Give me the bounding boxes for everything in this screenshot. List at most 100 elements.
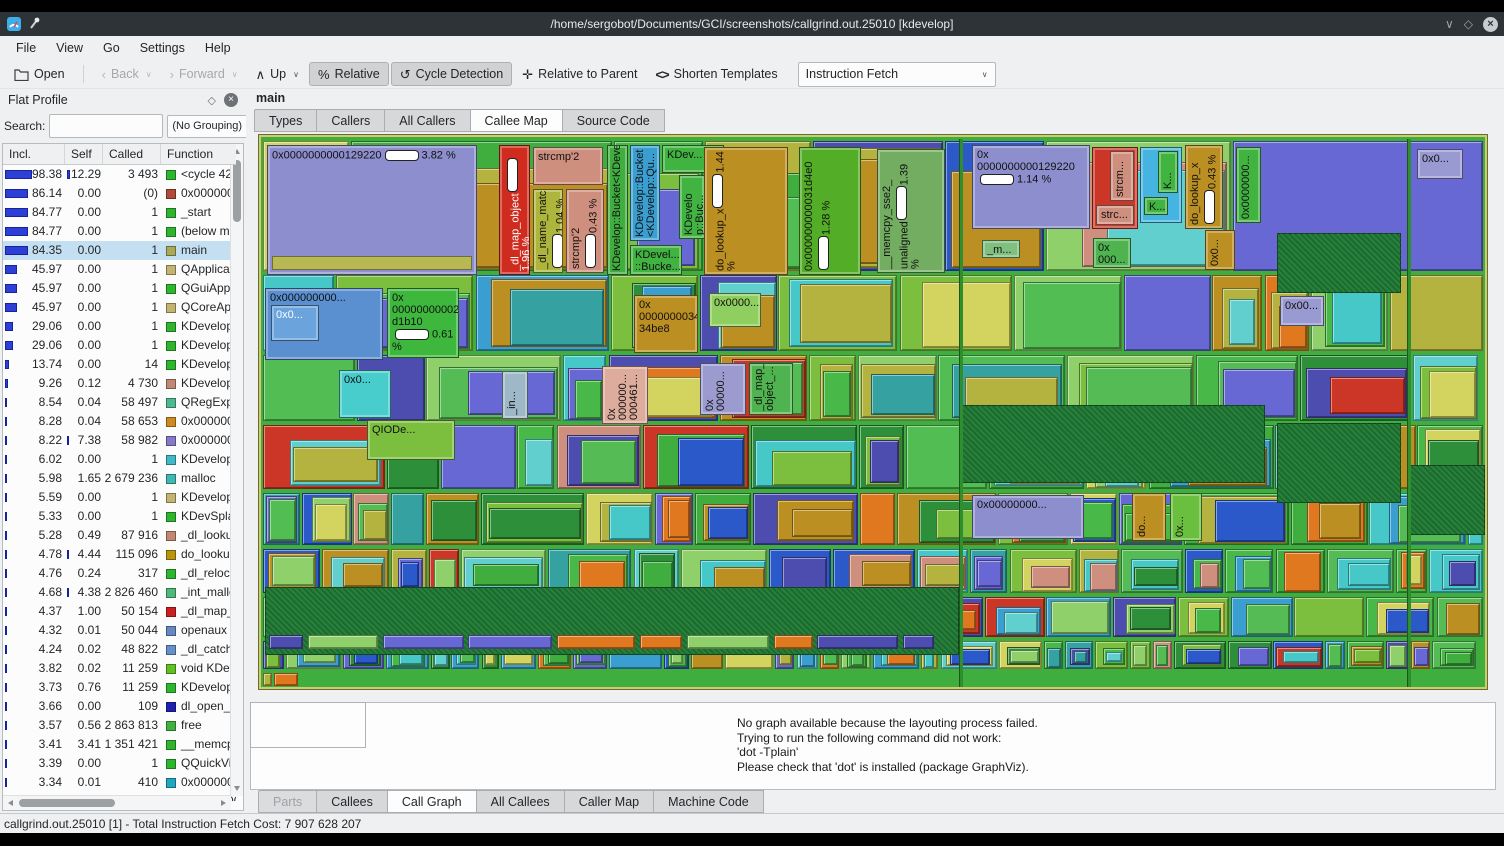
treemap-block[interactable]: 0x 00000000340 34be8 xyxy=(634,295,698,353)
tab-source-code[interactable]: Source Code xyxy=(563,109,665,132)
vertical-scroll-thumb[interactable] xyxy=(233,160,241,222)
treemap-cell[interactable] xyxy=(269,499,296,541)
treemap-cell[interactable] xyxy=(567,435,639,486)
treemap-cell[interactable] xyxy=(486,502,583,543)
titlebar[interactable]: /home/sergobot/Documents/GCI/screenshots… xyxy=(0,12,1504,36)
table-row[interactable]: 4.320.0150 044openaux xyxy=(3,621,236,640)
treemap-block[interactable]: do_lookup_x0.43 % xyxy=(1185,145,1223,229)
treemap-cell[interactable] xyxy=(999,641,1042,669)
treemap-cell[interactable] xyxy=(809,355,856,421)
menu-settings[interactable]: Settings xyxy=(130,36,195,60)
treemap-block[interactable]: _dl_map_object1.96 % xyxy=(499,145,530,275)
treemap-cell[interactable] xyxy=(1337,558,1391,590)
treemap-cell[interactable] xyxy=(1243,559,1271,589)
treemap-cell[interactable] xyxy=(1377,602,1430,635)
treemap-cell[interactable] xyxy=(1401,552,1425,589)
treemap-cell[interactable] xyxy=(687,635,769,649)
treemap-cell[interactable] xyxy=(1229,299,1255,345)
treemap-cell[interactable] xyxy=(1023,282,1121,349)
treemap-cell[interactable] xyxy=(269,635,303,649)
treemap-cell[interactable] xyxy=(308,635,378,649)
float-dock-icon[interactable]: ◇ xyxy=(208,94,216,107)
horizontal-scrollbar[interactable] xyxy=(3,795,231,810)
treemap-cell[interactable] xyxy=(609,505,651,540)
treemap-cell[interactable] xyxy=(1046,597,1111,637)
treemap-block[interactable]: _dl_name_match_p1.04 % xyxy=(533,189,563,273)
column-header-function[interactable]: Function xyxy=(161,144,236,164)
treemap-block[interactable]: _in... xyxy=(502,371,528,419)
treemap-cell[interactable] xyxy=(600,502,652,542)
treemap-block[interactable]: 0x0... xyxy=(1417,149,1463,179)
treemap-cell[interactable] xyxy=(268,553,316,589)
treemap-cell[interactable] xyxy=(1429,549,1483,593)
treemap-cell[interactable] xyxy=(668,500,690,538)
table-row[interactable]: 84.770.001(below mai xyxy=(3,222,236,241)
treemap-cell[interactable] xyxy=(823,371,851,417)
treemap-cell[interactable] xyxy=(1351,646,1383,666)
treemap-cell[interactable] xyxy=(481,493,584,545)
treemap-cell[interactable] xyxy=(525,439,553,486)
scroll-right-icon[interactable] xyxy=(221,800,226,806)
treemap-cell[interactable] xyxy=(900,275,1012,351)
treemap-block[interactable]: 0x0000... xyxy=(709,293,761,327)
table-row[interactable]: 6.020.001KDevelop:: xyxy=(3,450,236,469)
treemap-cell[interactable] xyxy=(1174,641,1226,669)
call-graph-panel[interactable]: No graph available because the layouting… xyxy=(250,702,1496,790)
tab-parts[interactable]: Parts xyxy=(258,790,317,813)
treemap-block[interactable]: 0x00000000... xyxy=(972,495,1084,539)
treemap-cell[interactable] xyxy=(1440,648,1474,666)
treemap-cell[interactable] xyxy=(343,563,383,587)
treemap-cell[interactable] xyxy=(870,440,899,483)
graph-overview[interactable] xyxy=(250,702,366,748)
treemap-block[interactable]: 0x 00000000001292201.14 % xyxy=(972,145,1090,229)
treemap-cell[interactable] xyxy=(865,436,901,486)
treemap-cell[interactable] xyxy=(473,564,539,586)
treemap-block[interactable]: 0x 00000000002 d1b100.61 % xyxy=(387,288,459,358)
treemap-cell[interactable] xyxy=(1294,597,1364,637)
treemap-cell[interactable] xyxy=(1215,500,1285,542)
treemap-cell[interactable] xyxy=(1246,604,1290,635)
treemap-cell[interactable] xyxy=(977,560,1002,587)
treemap-block[interactable]: 0x0... xyxy=(1205,230,1235,270)
table-row[interactable]: 45.970.001QApplicati xyxy=(3,260,236,279)
forward-button[interactable]: › Forward ∨ xyxy=(162,62,246,86)
relative-to-parent-button[interactable]: ✛ Relative to Parent xyxy=(514,62,645,86)
table-row[interactable]: 45.970.001QCoreAppl xyxy=(3,298,236,317)
treemap-cell[interactable] xyxy=(1074,651,1087,663)
treemap-cell[interactable] xyxy=(708,507,748,539)
table-row[interactable]: 8.280.0458 6530x00000000 xyxy=(3,412,236,431)
treemap-cell[interactable] xyxy=(1238,647,1269,666)
back-button[interactable]: ‹ Back ∨ xyxy=(94,62,160,86)
treemap-cell[interactable] xyxy=(1300,355,1411,421)
treemap-cell[interactable] xyxy=(695,493,751,545)
treemap-cell[interactable] xyxy=(755,440,856,487)
open-button[interactable]: Open xyxy=(6,62,73,86)
treemap-cell[interactable] xyxy=(1095,641,1128,669)
treemap-cell[interactable] xyxy=(586,493,653,545)
treemap-cell[interactable] xyxy=(657,434,745,487)
menu-view[interactable]: View xyxy=(46,36,93,60)
treemap-cell[interactable] xyxy=(331,557,385,589)
treemap-cell[interactable] xyxy=(1328,644,1342,667)
treemap-block[interactable]: 0x 000... xyxy=(1093,238,1131,268)
treemap-cell[interactable] xyxy=(1065,641,1093,669)
treemap-cell[interactable] xyxy=(655,493,693,545)
treemap-cell[interactable] xyxy=(1319,503,1361,539)
treemap-cell[interactable] xyxy=(789,279,893,347)
treemap-block[interactable]: KDevel... ::Bucke... xyxy=(630,245,682,275)
treemap-cell[interactable] xyxy=(792,509,853,537)
treemap-cell[interactable] xyxy=(489,508,581,539)
column-header-self[interactable]: Self xyxy=(65,144,103,164)
tab-callers[interactable]: Callers xyxy=(317,109,385,132)
treemap-cell[interactable] xyxy=(1273,641,1323,669)
treemap-cell[interactable] xyxy=(358,503,388,541)
treemap-cell[interactable] xyxy=(1193,559,1222,589)
treemap-cell[interactable] xyxy=(1332,290,1382,344)
treemap-cell[interactable] xyxy=(557,635,635,649)
treemap-cell[interactable] xyxy=(315,504,347,541)
treemap-cell[interactable] xyxy=(1133,645,1147,666)
table-row[interactable]: 4.760.24317_dl_relocat xyxy=(3,564,236,583)
treemap-cell[interactable] xyxy=(777,500,854,541)
treemap-cell[interactable] xyxy=(1079,549,1119,593)
treemap-cell[interactable] xyxy=(1103,648,1125,665)
